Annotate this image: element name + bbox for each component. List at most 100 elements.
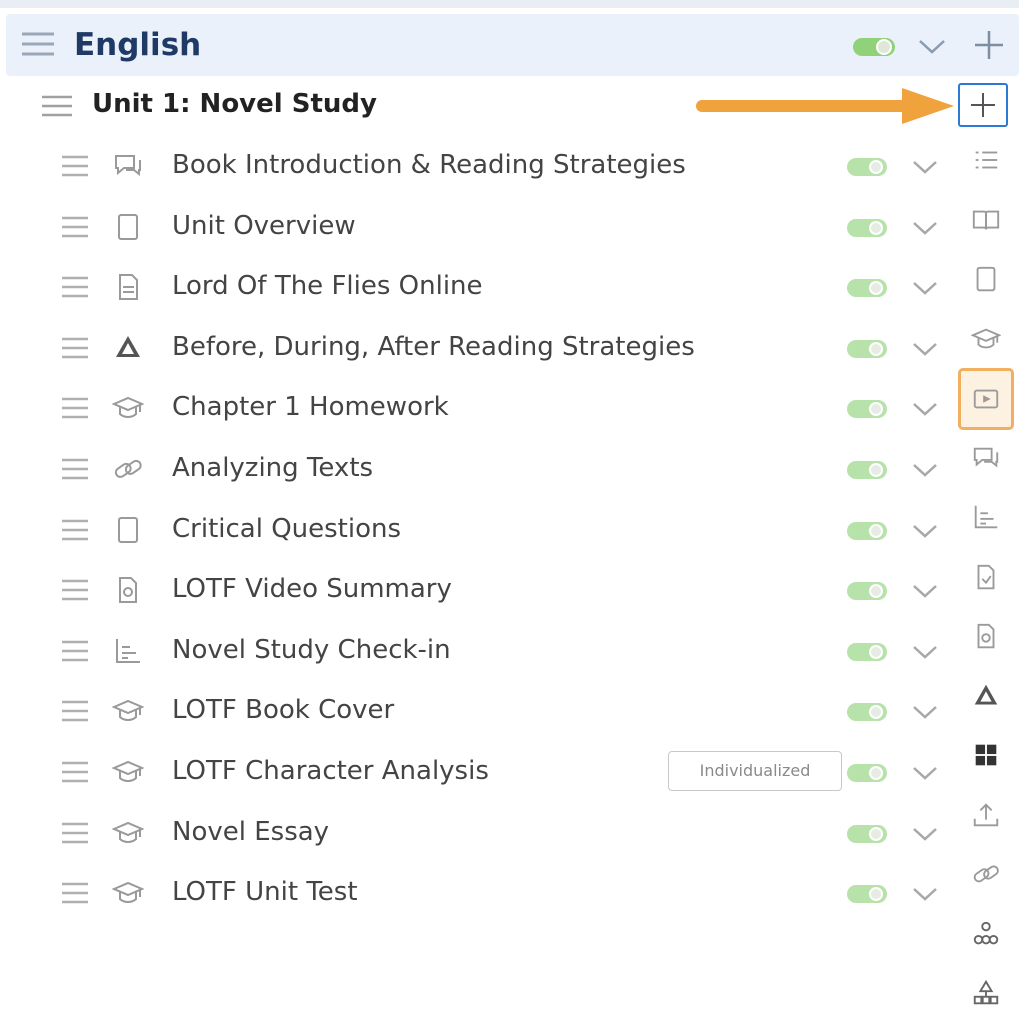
content-item-row[interactable]: Novel Study Check-in bbox=[0, 621, 960, 681]
content-item-row[interactable]: Analyzing Texts bbox=[0, 439, 960, 499]
content-item-label[interactable]: Before, During, After Reading Strategies bbox=[172, 332, 695, 362]
visibility-toggle[interactable] bbox=[846, 278, 888, 302]
content-item-row[interactable]: Before, During, After Reading Strategies bbox=[0, 318, 960, 378]
content-item-label[interactable]: Unit Overview bbox=[172, 211, 356, 241]
chevron-down-icon[interactable] bbox=[910, 459, 940, 485]
content-item-label[interactable]: LOTF Book Cover bbox=[172, 695, 394, 725]
visibility-toggle[interactable] bbox=[846, 399, 888, 423]
course-row[interactable]: English bbox=[6, 14, 1019, 76]
drag-handle-icon[interactable] bbox=[60, 639, 90, 667]
content-item-label[interactable]: LOTF Character Analysis bbox=[172, 756, 489, 786]
visibility-toggle[interactable] bbox=[846, 460, 888, 484]
chevron-down-icon[interactable] bbox=[910, 520, 940, 546]
content-item-row[interactable]: Critical Questions bbox=[0, 500, 960, 560]
chevron-down-icon[interactable] bbox=[910, 823, 940, 849]
assignment-icon bbox=[111, 756, 145, 788]
web-document-icon bbox=[112, 271, 144, 303]
content-item-label[interactable]: LOTF Unit Test bbox=[172, 877, 358, 907]
visibility-toggle[interactable] bbox=[846, 884, 888, 908]
visibility-toggle[interactable] bbox=[846, 521, 888, 545]
page-icon bbox=[112, 514, 144, 546]
assignment-icon bbox=[111, 695, 145, 727]
visibility-toggle[interactable] bbox=[846, 702, 888, 726]
chevron-down-icon[interactable] bbox=[910, 701, 940, 727]
content-item-row[interactable]: LOTF Unit Test bbox=[0, 863, 960, 923]
drag-handle-icon[interactable] bbox=[60, 154, 90, 182]
assessment-icon bbox=[971, 502, 1001, 532]
content-item-label[interactable]: Lord Of The Flies Online bbox=[172, 271, 483, 301]
content-item-row[interactable]: Lord Of The Flies Online bbox=[0, 257, 960, 317]
drag-handle-icon[interactable] bbox=[60, 396, 90, 424]
add-sitemap-button[interactable] bbox=[966, 973, 1006, 1013]
chevron-down-icon[interactable] bbox=[910, 883, 940, 909]
add-file-button[interactable] bbox=[966, 616, 1006, 656]
add-page-button[interactable] bbox=[966, 259, 1006, 299]
chevron-down-icon[interactable] bbox=[910, 217, 940, 243]
content-item-label[interactable]: Novel Essay bbox=[172, 817, 329, 847]
drag-handle-icon[interactable] bbox=[60, 881, 90, 909]
content-item-row[interactable]: LOTF Character Analysis Individualized bbox=[0, 742, 960, 802]
content-item-label[interactable]: LOTF Video Summary bbox=[172, 574, 452, 604]
chevron-down-icon[interactable] bbox=[910, 338, 940, 364]
drag-handle-icon[interactable] bbox=[60, 518, 90, 546]
add-document-button[interactable] bbox=[966, 557, 1006, 597]
add-link-button[interactable] bbox=[966, 854, 1006, 894]
visibility-toggle[interactable] bbox=[846, 218, 888, 242]
chevron-down-icon[interactable] bbox=[916, 34, 948, 62]
visibility-toggle[interactable] bbox=[846, 763, 888, 787]
add-list-button[interactable] bbox=[966, 140, 1006, 180]
content-item-row[interactable]: Unit Overview bbox=[0, 197, 960, 257]
assignment-icon bbox=[971, 324, 1001, 354]
add-apps-button[interactable] bbox=[966, 735, 1006, 775]
chevron-down-icon[interactable] bbox=[910, 641, 940, 667]
book-icon bbox=[971, 205, 1001, 235]
chevron-down-icon[interactable] bbox=[910, 277, 940, 303]
content-item-label[interactable]: Chapter 1 Homework bbox=[172, 392, 449, 422]
content-item-row[interactable]: Chapter 1 Homework bbox=[0, 378, 960, 438]
drag-handle-icon[interactable] bbox=[60, 275, 90, 303]
add-assignment-button[interactable] bbox=[966, 319, 1006, 359]
content-item-row[interactable]: Book Introduction & Reading Strategies bbox=[0, 136, 960, 196]
document-icon bbox=[971, 562, 1001, 592]
add-video-button[interactable] bbox=[958, 368, 1014, 430]
content-item-label[interactable]: Novel Study Check-in bbox=[172, 635, 451, 665]
drag-handle-icon[interactable] bbox=[60, 457, 90, 485]
chevron-down-icon[interactable] bbox=[910, 398, 940, 424]
content-item-label[interactable]: Book Introduction & Reading Strategies bbox=[172, 150, 686, 180]
chevron-down-icon[interactable] bbox=[910, 580, 940, 606]
file-icon bbox=[971, 621, 1001, 651]
drag-handle-icon[interactable] bbox=[60, 821, 90, 849]
add-discussion-button[interactable] bbox=[966, 438, 1006, 478]
individualized-badge: Individualized bbox=[668, 751, 842, 791]
visibility-toggle[interactable] bbox=[852, 36, 896, 62]
add-google-drive-button[interactable] bbox=[966, 676, 1006, 716]
chevron-down-icon[interactable] bbox=[910, 762, 940, 788]
video-icon bbox=[971, 384, 1001, 414]
content-item-row[interactable]: Novel Essay bbox=[0, 803, 960, 863]
drag-handle-icon[interactable] bbox=[60, 336, 90, 364]
drag-handle-icon[interactable] bbox=[40, 93, 74, 123]
drag-handle-icon[interactable] bbox=[60, 578, 90, 606]
add-item-button[interactable] bbox=[958, 83, 1008, 127]
tree-icon bbox=[971, 919, 1001, 949]
add-unit-button[interactable] bbox=[972, 28, 1006, 66]
chevron-down-icon[interactable] bbox=[910, 156, 940, 182]
add-assessment-button[interactable] bbox=[966, 497, 1006, 537]
drag-handle-icon[interactable] bbox=[60, 760, 90, 788]
visibility-toggle[interactable] bbox=[846, 339, 888, 363]
content-item-label[interactable]: Critical Questions bbox=[172, 514, 401, 544]
add-book-button[interactable] bbox=[966, 200, 1006, 240]
visibility-toggle[interactable] bbox=[846, 581, 888, 605]
content-item-label[interactable]: Analyzing Texts bbox=[172, 453, 373, 483]
drag-handle-icon[interactable] bbox=[20, 30, 56, 62]
visibility-toggle[interactable] bbox=[846, 824, 888, 848]
drag-handle-icon[interactable] bbox=[60, 215, 90, 243]
visibility-toggle[interactable] bbox=[846, 642, 888, 666]
drag-handle-icon[interactable] bbox=[60, 699, 90, 727]
add-tree-button[interactable] bbox=[966, 914, 1006, 954]
visibility-toggle[interactable] bbox=[846, 157, 888, 181]
content-item-row[interactable]: LOTF Book Cover bbox=[0, 681, 960, 741]
add-upload-button[interactable] bbox=[966, 795, 1006, 835]
assignment-icon bbox=[111, 392, 145, 424]
content-item-row[interactable]: LOTF Video Summary bbox=[0, 560, 960, 620]
